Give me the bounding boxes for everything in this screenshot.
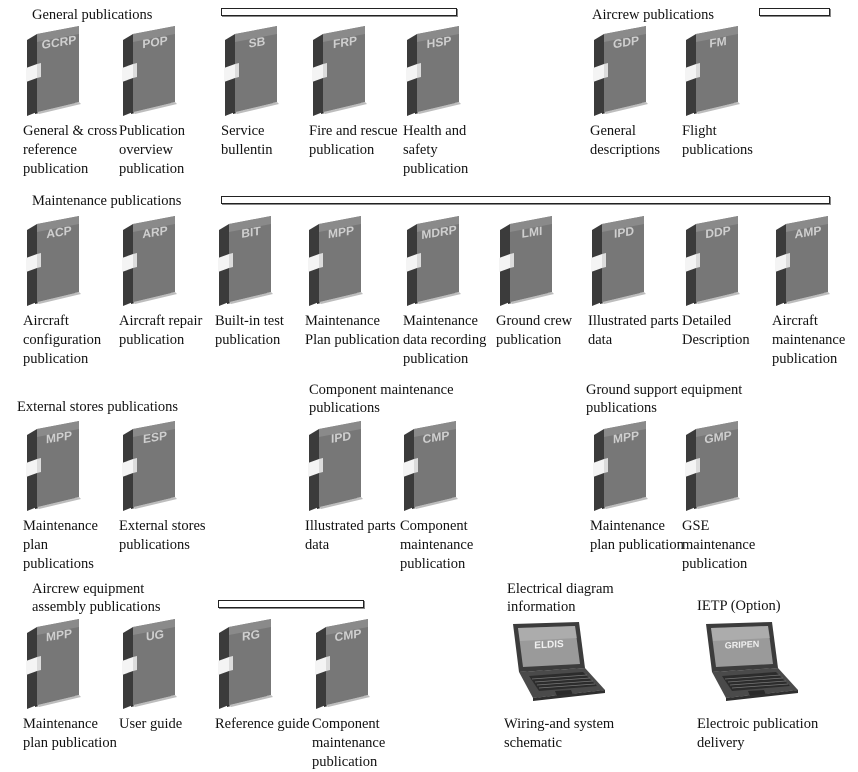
component-maintenance-title: Component maintenance publications	[309, 382, 454, 416]
publication-label: Fire and rescue publication	[309, 123, 398, 158]
publication-label: Aircraft configuration publication	[23, 313, 102, 367]
aircrew-publications-title: Aircrew publications	[592, 7, 715, 23]
book-icon: ESP	[119, 419, 179, 511]
maintenance-publications-bar	[221, 196, 830, 204]
aircrew-equipment-title: Aircrew equipment assembly publications	[32, 581, 161, 615]
ietp-caption: Electroic publication delivery	[697, 716, 819, 751]
publication-label: Maintenance Plan publication	[305, 313, 400, 348]
publication-label: Ground crew publication	[496, 313, 573, 348]
aircrew-equipment-bar	[218, 600, 364, 608]
book-icon: IPD	[305, 419, 365, 511]
book-code: FM	[709, 34, 726, 51]
publication-label: General descriptions	[590, 123, 661, 158]
general-publications-title: General publications	[32, 7, 153, 23]
publication-label: Aircraft repair publication	[119, 313, 203, 348]
book-code: UG	[146, 627, 164, 644]
publication-label: Detailed Description	[682, 313, 750, 348]
book-icon: DDP	[682, 214, 742, 306]
eldis-laptop: ELDIS	[505, 620, 607, 707]
publication-label: Illustrated parts data	[305, 518, 396, 553]
publication-label: Flight publications	[682, 123, 753, 158]
publication-label: Reference guide	[215, 716, 310, 732]
book-icon: LMI	[496, 214, 556, 306]
general-publications-bar	[221, 8, 457, 16]
publication-label: Built-in test publication	[215, 313, 284, 348]
book-icon: MPP	[23, 419, 83, 511]
maintenance-publications-title: Maintenance publications	[32, 193, 182, 209]
book-icon: MPP	[23, 617, 83, 709]
book-icon: FRP	[309, 24, 369, 116]
publication-label: Maintenance data recording publication	[403, 313, 487, 367]
book-icon: SB	[221, 24, 281, 116]
publication-label: External stores publications	[119, 518, 206, 553]
publication-label: Aircraft maintenance publication	[772, 313, 846, 367]
book-icon: ARP	[119, 214, 179, 306]
book-icon: POP	[119, 24, 179, 116]
external-stores-title: External stores publications	[17, 399, 179, 415]
book-icon: MDRP	[403, 214, 463, 306]
book-icon: IPD	[588, 214, 648, 306]
publication-label: Maintenance plan publications	[23, 518, 98, 572]
book-icon: FM	[682, 24, 742, 116]
gripen-screen-text: GRIPEN	[725, 639, 759, 651]
aircrew-publications-bar	[759, 8, 830, 16]
ground-support-title: Ground support equipment publications	[586, 382, 743, 416]
book-code: RG	[242, 627, 260, 644]
eldis-screen-text: ELDIS	[534, 639, 564, 652]
gripen-laptop: GRIPEN	[698, 620, 800, 707]
book-icon: CMP	[312, 617, 372, 709]
book-icon: RG	[215, 617, 275, 709]
book-icon: AMP	[772, 214, 832, 306]
eldis-caption: Wiring-and system schematic	[504, 716, 615, 751]
publication-label: Health and safety publication	[403, 123, 469, 177]
publication-label: Maintenance plan publication	[23, 716, 117, 751]
publication-label: User guide	[119, 716, 183, 732]
electrical-diagram-title: Electrical diagram information	[507, 581, 614, 615]
publication-label: Publication overview publication	[119, 123, 186, 177]
ietp-title: IETP (Option)	[697, 598, 781, 614]
book-icon: BIT	[215, 214, 275, 306]
book-icon: HSP	[403, 24, 463, 116]
book-icon: MPP	[305, 214, 365, 306]
book-icon: CMP	[400, 419, 460, 511]
publication-label: Illustrated parts data	[588, 313, 679, 348]
book-icon: UG	[119, 617, 179, 709]
publication-label: Maintenance plan publication	[590, 518, 684, 553]
publication-label: Component maintenance publication	[400, 518, 474, 572]
publication-label: Service bullentin	[221, 123, 273, 158]
book-icon: MPP	[590, 419, 650, 511]
publication-label: General & cross reference publication	[23, 123, 118, 177]
publication-label: Component maintenance publication	[312, 716, 386, 770]
book-icon: ACP	[23, 214, 83, 306]
book-code: SB	[249, 34, 266, 51]
publication-label: GSE maintenance publication	[682, 518, 756, 572]
book-icon: GCRP	[23, 24, 83, 116]
book-icon: GDP	[590, 24, 650, 116]
book-icon: GMP	[682, 419, 742, 511]
